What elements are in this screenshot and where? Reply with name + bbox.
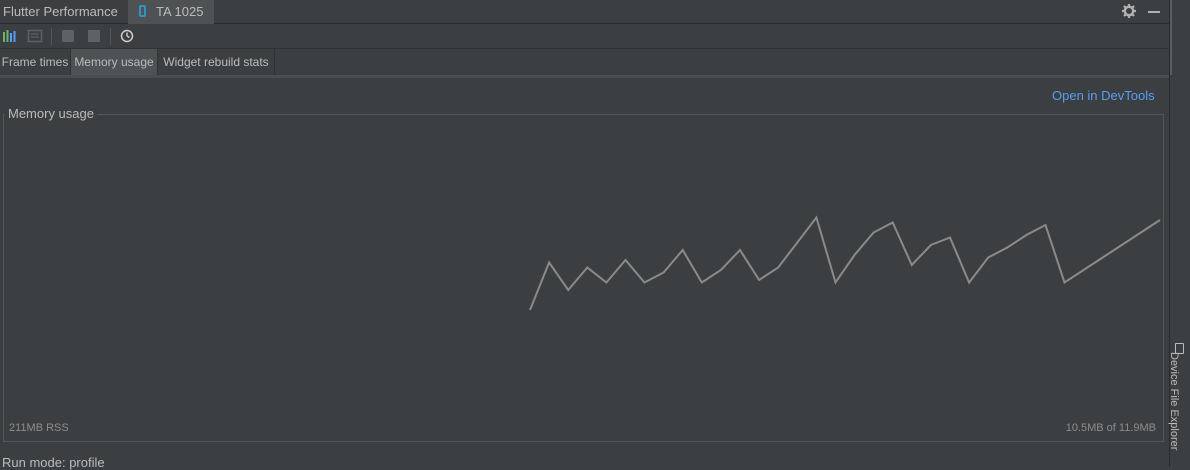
gear-icon[interactable] (1121, 3, 1137, 19)
rss-label: 211MB RSS (9, 422, 69, 434)
repaint-rainbow-icon[interactable] (27, 29, 43, 43)
tool-window-header: Flutter Performance TA 1025 (0, 0, 1169, 24)
minimize-icon[interactable] (1148, 11, 1160, 13)
pause-icon[interactable] (86, 29, 102, 43)
device-tab[interactable]: TA 1025 (128, 0, 214, 24)
scrollbar[interactable] (1170, 0, 1172, 75)
run-mode-status: Run mode: profile (2, 455, 105, 470)
memory-chart (529, 215, 1161, 311)
tab-widget-rebuild-stats[interactable]: Widget rebuild stats (158, 49, 275, 75)
tool-window-title: Flutter Performance (3, 4, 118, 19)
stop-icon[interactable] (60, 29, 76, 43)
heap-usage-label: 10.5MB of 11.9MB (1065, 422, 1156, 434)
device-tab-label: TA 1025 (156, 4, 204, 19)
toolbar (0, 24, 1169, 49)
clock-icon[interactable] (119, 29, 135, 43)
toolbar-separator (51, 28, 52, 45)
memory-series-line (529, 215, 1161, 311)
tab-bar: Frame times Memory usage Widget rebuild … (0, 49, 1169, 78)
toolbar-separator (110, 28, 111, 45)
tab-frame-times[interactable]: Frame times (0, 49, 71, 75)
open-in-devtools-link[interactable]: Open in DevTools (1052, 88, 1155, 103)
phone-icon (139, 5, 146, 17)
performance-overlay-icon[interactable] (2, 29, 18, 43)
tab-memory-usage[interactable]: Memory usage (71, 49, 158, 75)
device-file-explorer-button[interactable]: Device File Explorer (1168, 352, 1180, 450)
